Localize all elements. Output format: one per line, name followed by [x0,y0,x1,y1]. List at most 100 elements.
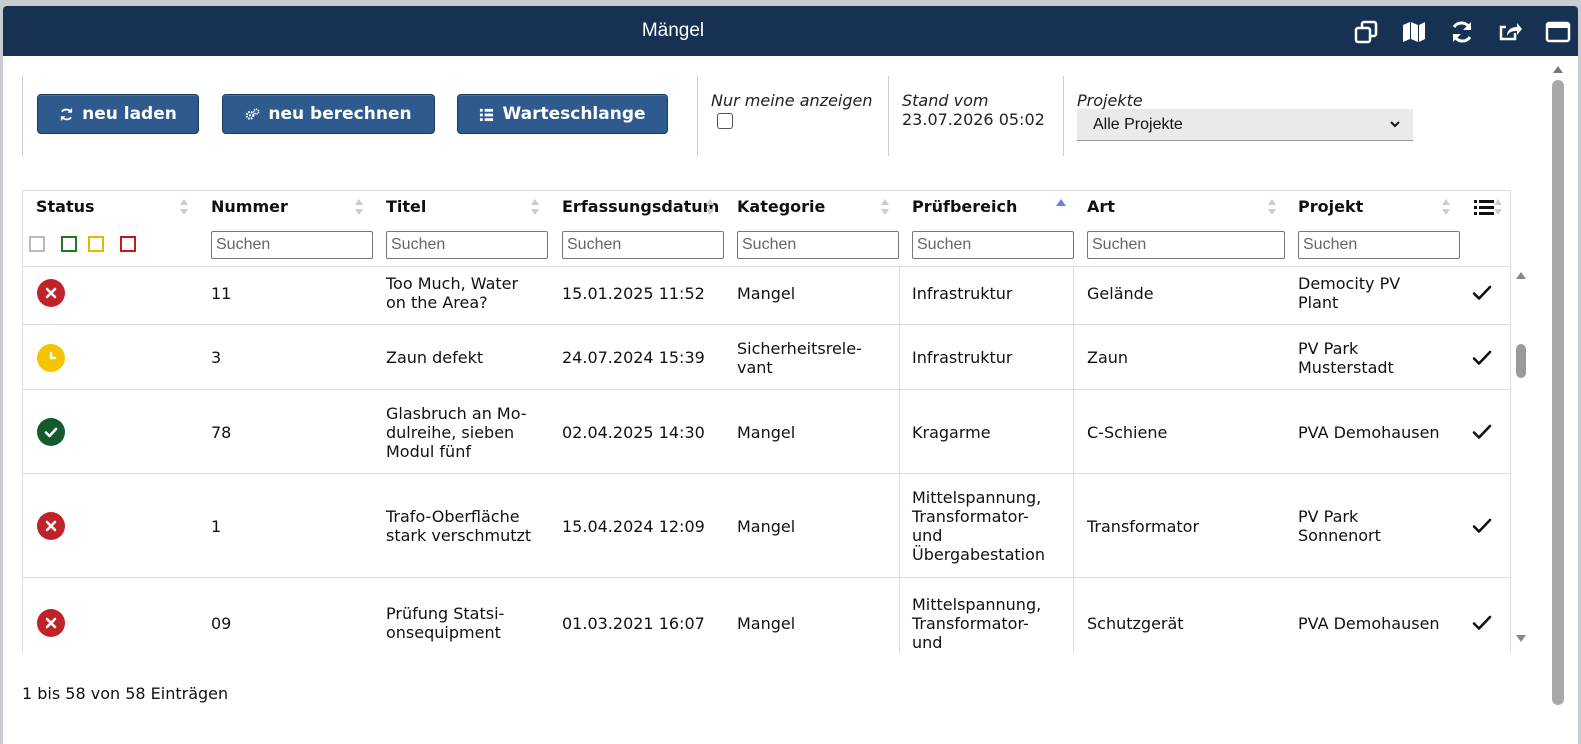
cell-kategorie: Mangel [737,422,796,442]
sort-icon[interactable] [1441,197,1451,217]
search-art[interactable]: Suchen [1087,231,1285,259]
sort-icon[interactable] [530,197,540,217]
sort-icon[interactable] [1493,197,1503,217]
share-icon[interactable] [1496,18,1524,46]
search-titel[interactable]: Suchen [386,231,548,259]
cell-pruefbereich: Infrastruktur [912,283,1013,303]
sort-icon[interactable] [354,197,364,217]
status-filter-pending[interactable] [88,236,104,252]
search-kategorie[interactable]: Suchen [737,231,899,259]
check-icon [1472,285,1492,300]
check-icon [1472,350,1492,365]
column-divider [1073,390,1074,474]
column-header-titel[interactable]: Titel [386,197,426,216]
cell-nummer: 78 [211,422,232,442]
cell-erfassungsdatum: 15.01.2025 11:52 [562,283,705,303]
column-chooser-icon[interactable] [1474,199,1494,217]
scroll-up-icon[interactable] [1515,270,1527,280]
table-row[interactable]: 78 Glasbruch an Mo-dulreihe, sieben Modul … [23,390,1510,474]
table-scrollbar[interactable] [1512,264,1530,654]
status-ok-icon [37,418,65,446]
table-info: 1 bis 58 von 58 Einträgen [22,684,229,703]
cell-art: Gelände [1087,283,1154,303]
list-icon [480,108,494,121]
window-restore-icon[interactable] [1352,18,1380,46]
maximize-icon[interactable] [1544,18,1572,46]
map-icon[interactable] [1400,18,1428,46]
cell-projekt: Democity PV Plant [1298,274,1401,312]
defects-table: Status Nummer Titel Erfassungsdatum Kate… [22,190,1511,652]
cell-titel: Zaun defekt [386,348,484,367]
scroll-down-icon[interactable] [1515,634,1527,644]
cell-titel: Too Much, Water on the Area? [386,274,519,312]
table-header: Status Nummer Titel Erfassungsdatum Kate… [23,191,1510,267]
table-row[interactable]: 1 Trafo-Oberfläche stark verschmutzt 15.04.… [23,474,1510,578]
cell-nummer: 3 [211,348,222,367]
cell-titel: Prüfung Statsi-onsequipment [386,604,505,642]
search-nummer[interactable]: Suchen [211,231,373,259]
only-mine-checkbox[interactable] [717,113,733,129]
cell-projekt: PV Park Musterstadt [1298,338,1394,377]
queue-button[interactable]: Warteschlange [457,94,668,134]
reload-button[interactable]: neu laden [37,94,199,134]
column-header-projekt[interactable]: Projekt [1298,197,1363,216]
column-header-nummer[interactable]: Nummer [211,197,288,216]
status-filter-error[interactable] [120,236,136,252]
refresh-icon[interactable] [1448,18,1476,46]
check-icon [1472,518,1492,533]
column-header-status[interactable]: Status [36,197,95,216]
divider [22,76,23,156]
sort-icon[interactable] [880,197,890,217]
cell-kategorie: Sicherheitsrele-vant [737,338,862,377]
scroll-thumb[interactable] [1552,80,1564,705]
recalculate-button[interactable]: neu berechnen [222,94,435,134]
search-pruefbereich[interactable]: Suchen [912,231,1074,259]
status-filter-all[interactable] [29,236,45,252]
cell-art: Transformator [1087,516,1200,536]
sort-icon[interactable] [179,197,189,217]
projects-label: Projekte [1077,91,1143,110]
scroll-up-icon[interactable] [1552,64,1564,74]
sort-asc-icon[interactable] [1056,197,1066,217]
column-header-kategorie[interactable]: Kategorie [737,197,825,216]
column-divider [1073,578,1074,652]
search-projekt[interactable]: Suchen [1298,231,1460,259]
column-header-erfassungsdatum[interactable]: Erfassungsdatum [562,197,719,216]
sort-icon[interactable] [1267,197,1277,217]
scroll-thumb[interactable] [1516,344,1526,378]
column-divider [899,267,900,325]
projects-select[interactable]: Alle Projekte [1077,109,1413,141]
reload-label: neu laden [82,104,177,124]
only-mine-label: Nur meine anzeigen [711,91,873,110]
content-area: neu laden neu berechnen Warteschlange Nu… [3,56,1578,744]
status-filter-ok[interactable] [61,236,77,252]
page-scrollbar[interactable] [1548,60,1568,744]
cell-erfassungsdatum: 02.04.2025 14:30 [562,422,705,442]
sort-icon[interactable] [705,197,715,217]
cell-kategorie: Mangel [737,516,796,536]
column-divider [1073,325,1074,390]
divider [1063,76,1064,156]
maengel-window: Mängel neu laden neu berechnen Warteschl… [3,6,1578,744]
table-body: 11 Too Much, Water on the Area? 15.01.2025 … [23,267,1510,652]
status-pending-icon [37,343,65,372]
cell-projekt: PVA Demohausen [1298,422,1440,442]
table-row[interactable]: 09 Prüfung Statsi-onsequipment 01.03.2021 … [23,578,1510,652]
title-bar: Mängel [3,6,1578,56]
refresh-icon [60,107,73,121]
status-error-icon [37,609,65,637]
table-row[interactable]: 11 Too Much, Water on the Area? 15.01.2025 … [23,267,1510,325]
cell-nummer: 11 [211,283,232,303]
chevron-down-icon [1390,121,1400,128]
window-title: Mängel [641,20,705,41]
column-header-pruefbereich[interactable]: Prüfbereich [912,197,1017,216]
column-header-art[interactable]: Art [1087,197,1115,216]
recalculate-label: neu berechnen [268,104,412,124]
status-error-icon [37,512,65,540]
gears-icon [246,107,260,120]
cell-projekt: PVA Demohausen [1298,613,1440,633]
search-erfassungsdatum[interactable]: Suchen [562,231,724,259]
cell-art: Schutzgerät [1087,613,1184,633]
divider [697,76,698,156]
table-row[interactable]: 3 Zaun defekt 24.07.2024 15:39 Sicherheitsr… [23,325,1510,390]
